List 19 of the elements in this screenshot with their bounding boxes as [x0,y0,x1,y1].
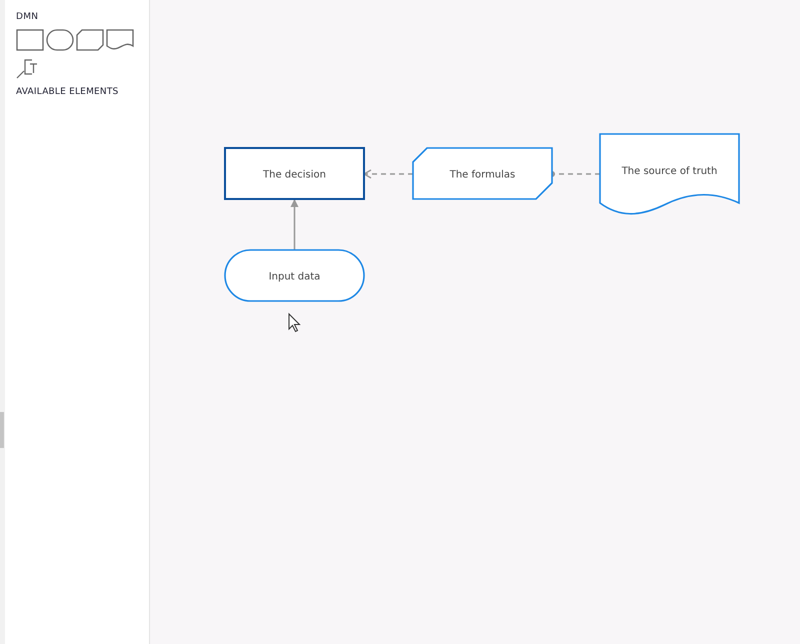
node-label: Input data [268,272,320,282]
cut-corner-icon[interactable] [76,29,104,51]
rectangle-icon[interactable] [16,29,44,51]
rounded-shape-icon[interactable] [46,29,74,51]
decision-node[interactable] [224,147,365,200]
node-label: The formulas [450,170,516,180]
node-label: The source of truth [622,166,718,177]
bkm-node[interactable] [412,147,553,200]
knowledge-arrow [363,169,413,179]
information-arrow [290,199,298,250]
mouse-cursor-icon [288,312,301,332]
section-heading: AVAILABLE ELEMENTS [16,87,120,97]
source-node[interactable] [599,133,740,215]
text-annotation-icon[interactable] [16,58,40,80]
resize-handle[interactable] [0,412,4,448]
node-label: The decision [263,170,326,180]
palette-title: DMN [16,12,40,22]
document-icon[interactable] [106,29,134,51]
input-node[interactable] [224,249,365,302]
